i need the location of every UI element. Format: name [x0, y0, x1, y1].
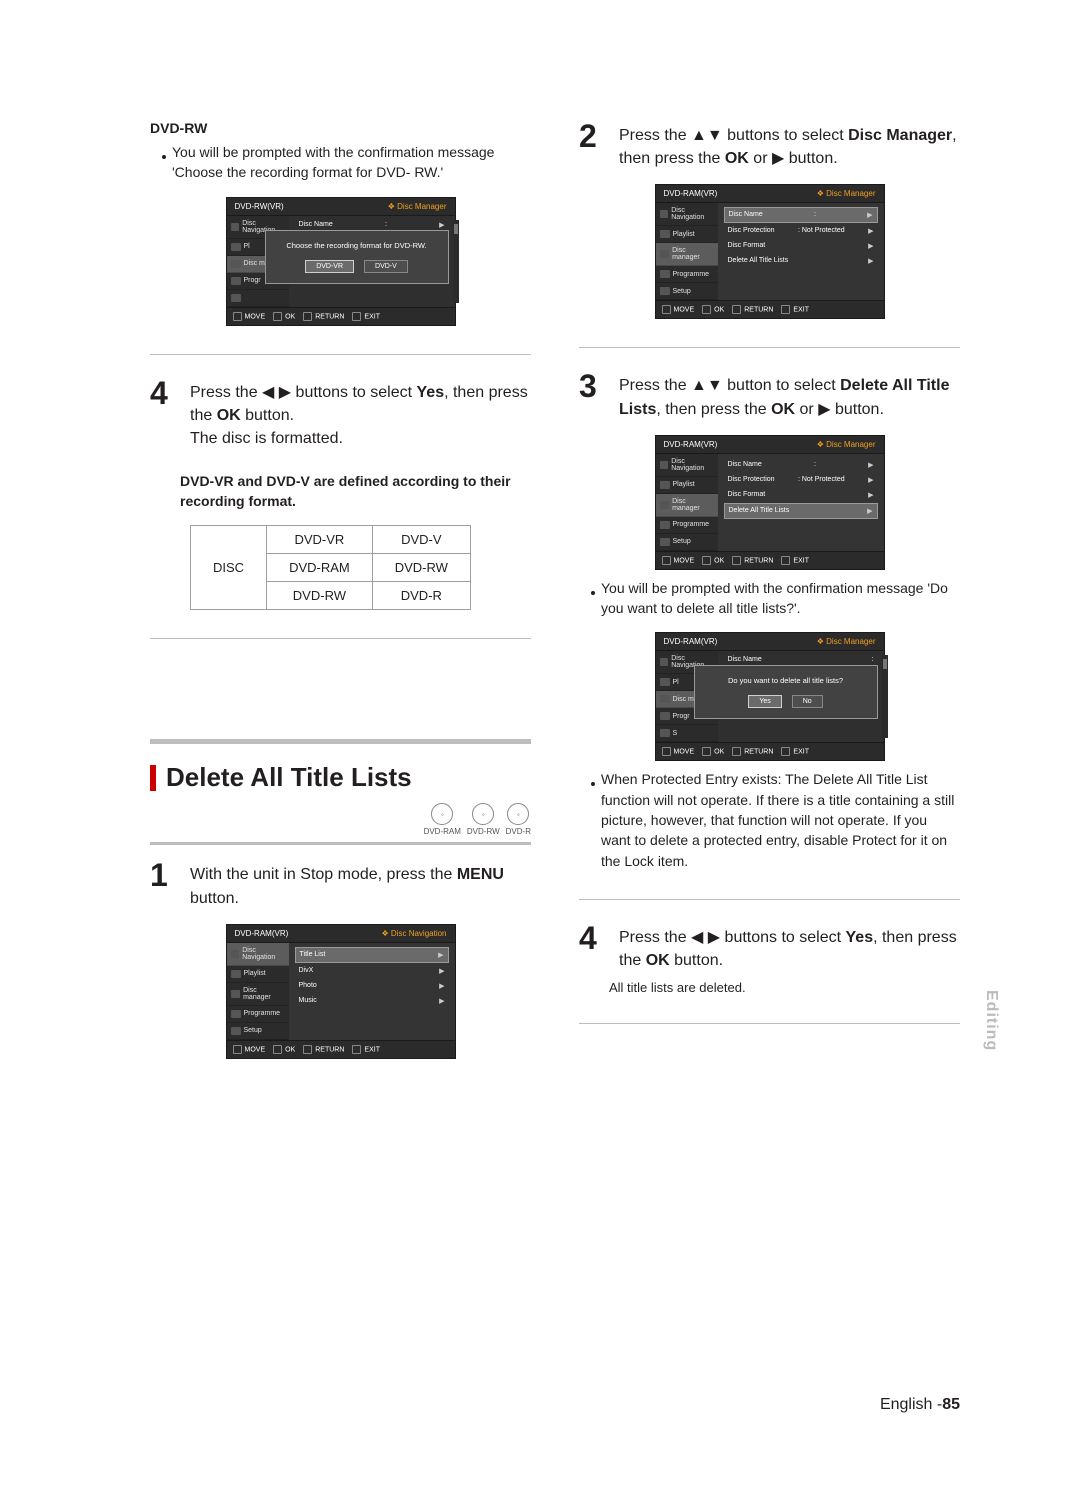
left-column: DVD-RW You will be prompted with the con… — [150, 120, 531, 1067]
step-number: 2 — [579, 120, 605, 170]
bullet-dot-icon — [591, 769, 601, 870]
up-down-arrows-icon: ▲▼ — [691, 127, 723, 144]
up-down-arrows-icon: ▲▼ — [691, 377, 723, 394]
step-1: 1 With the unit in Stop mode, press the … — [150, 859, 531, 909]
section-rule-top — [150, 739, 531, 744]
badge-dvd-ram: ◦DVD-RAM — [424, 803, 461, 836]
bullet-dot-icon — [162, 142, 172, 183]
dvd-rw-heading: DVD-RW — [150, 120, 531, 136]
osd-title: DVD-RW(VR) — [235, 202, 284, 211]
osd-disc-navigation: DVD-RAM(VR) ❖ Disc Navigation Disc Navig… — [226, 924, 456, 1059]
dialog-message: Choose the recording format for DVD-RW. — [274, 241, 440, 250]
osd-choose-format: DVD-RW(VR) ❖ Disc Manager Disc Navigatio… — [226, 197, 456, 326]
badge-dvd-r: ◦DVD-R — [506, 803, 531, 836]
manual-page: DVD-RW You will be prompted with the con… — [0, 0, 1080, 1494]
section-title-text: Delete All Title Lists — [166, 762, 412, 793]
red-bar-icon — [150, 765, 156, 791]
format-matrix: DISC DVD-VR DVD-V DVD-RAM DVD-RW DVD-RW … — [190, 525, 471, 610]
dialog-btn-yes: Yes — [748, 695, 781, 708]
format-note: DVD-VR and DVD-V are defined according t… — [180, 472, 531, 511]
osd-dialog: Do you want to delete all title lists? Y… — [694, 665, 878, 719]
divider — [150, 638, 531, 639]
osd-confirm-delete: DVD-RAM(VR) ❖ Disc Manager Disc Navigati… — [655, 632, 885, 761]
bullet-text: When Protected Entry exists: The Delete … — [591, 769, 960, 870]
step-number: 4 — [150, 377, 176, 451]
disc-badges: ◦DVD-RAM ◦DVD-RW ◦DVD-R — [150, 803, 531, 836]
right-arrow-icon: ▶ — [818, 401, 830, 418]
bullet-text: You will be prompted with the confirmati… — [162, 142, 531, 183]
step-4-right: 4 Press the ◀ ▶ buttons to select Yes, t… — [579, 922, 960, 972]
page-number: English -85 — [880, 1396, 960, 1414]
left-right-arrows-icon: ◀ ▶ — [691, 929, 720, 946]
osd-disc-manager: DVD-RAM(VR) ❖ Disc Manager Disc Navigati… — [655, 184, 885, 319]
right-column: 2 Press the ▲▼ buttons to select Disc Ma… — [579, 120, 960, 1067]
step-number: 1 — [150, 859, 176, 909]
section-rule-bottom — [150, 842, 531, 845]
divider — [579, 347, 960, 348]
dialog-btn-no: No — [792, 695, 823, 708]
bullet-body: You will be prompted with the confirmati… — [172, 142, 531, 183]
section-heading: Delete All Title Lists — [150, 762, 531, 793]
osd-dialog: Choose the recording format for DVD-RW. … — [265, 230, 449, 284]
side-tab: Editing — [982, 990, 1000, 1051]
divider — [579, 1023, 960, 1024]
divider — [150, 354, 531, 355]
bullet-dot-icon — [591, 578, 601, 619]
step-3: 3 Press the ▲▼ button to select Delete A… — [579, 370, 960, 420]
step-number: 4 — [579, 922, 605, 972]
right-arrow-icon: ▶ — [772, 150, 784, 167]
step-number: 3 — [579, 370, 605, 420]
osd-section: Disc Manager — [397, 202, 446, 211]
badge-dvd-rw: ◦DVD-RW — [467, 803, 500, 836]
osd-disc-manager-delete-hl: DVD-RAM(VR) ❖ Disc Manager Disc Navigati… — [655, 435, 885, 570]
step-4-left: 4 Press the ◀ ▶ buttons to select Yes, t… — [150, 377, 531, 451]
dialog-btn-dvd-vr: DVD-VR — [305, 260, 354, 273]
dialog-btn-dvd-v: DVD-V — [364, 260, 408, 273]
left-right-arrows-icon: ◀ ▶ — [262, 384, 291, 401]
step-2: 2 Press the ▲▼ buttons to select Disc Ma… — [579, 120, 960, 170]
step-subline: The disc is formatted. — [190, 430, 343, 447]
result-note: All title lists are deleted. — [609, 980, 960, 995]
bullet-text: You will be prompted with the confirmati… — [591, 578, 960, 619]
divider — [579, 899, 960, 900]
